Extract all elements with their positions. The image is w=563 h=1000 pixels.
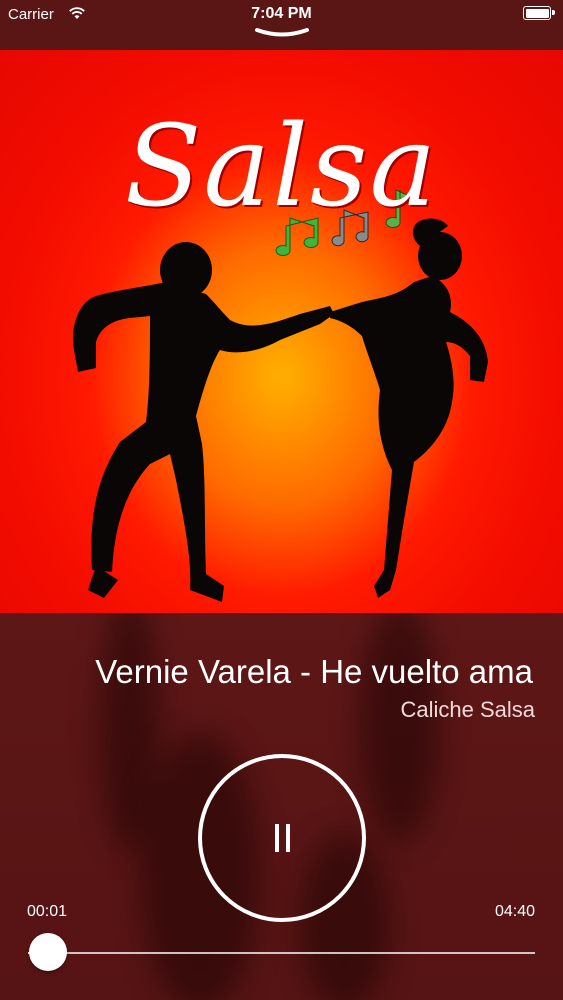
elapsed-time: 00:01 <box>27 903 68 920</box>
woman-silhouette <box>330 218 488 598</box>
progress-thumb[interactable] <box>29 933 67 971</box>
status-time: 7:04 PM <box>251 5 312 22</box>
progress-slider[interactable] <box>28 952 535 954</box>
battery-icon <box>523 6 555 20</box>
total-duration: 04:40 <box>494 903 535 920</box>
track-title: Vernie Varela - He vuelto ama <box>95 653 533 690</box>
pause-icon <box>274 824 292 857</box>
player-panel: Vernie Varela - He vuelto ama Caliche Sa… <box>0 613 563 1000</box>
chevron-down-icon[interactable] <box>254 27 310 46</box>
artwork-title: Salsa <box>124 102 439 232</box>
background-blur <box>360 613 440 843</box>
man-silhouette <box>72 242 334 602</box>
status-bar: Carrier 7:04 PM <box>0 0 563 50</box>
pause-button[interactable] <box>198 754 366 922</box>
artist-name: Caliche Salsa <box>400 697 535 722</box>
album-artwork: Salsa <box>0 50 563 613</box>
